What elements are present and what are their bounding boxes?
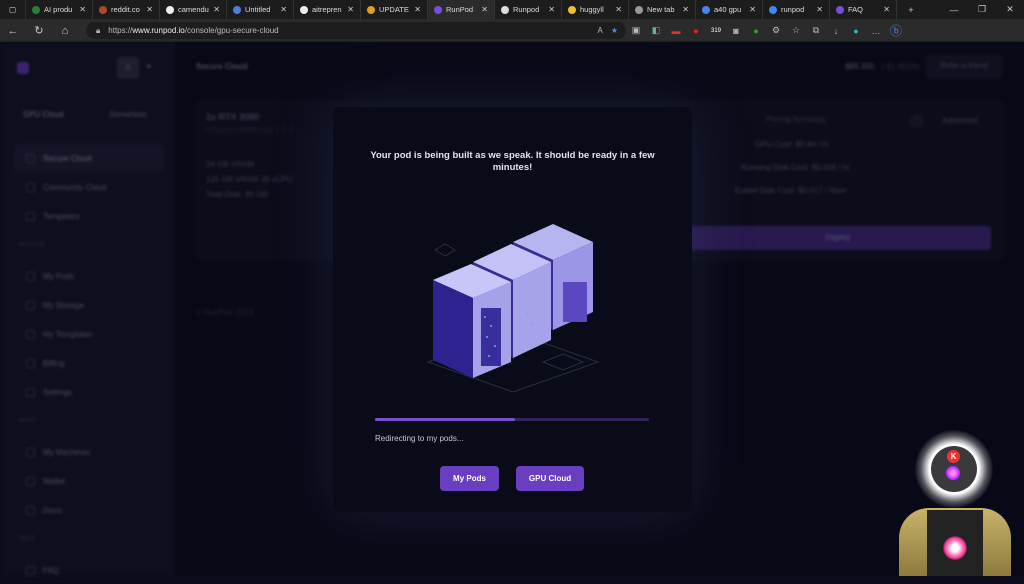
gpu-cloud-button[interactable]: GPU Cloud — [516, 466, 584, 491]
tab-favicon-icon — [233, 5, 241, 14]
tab-title: Runpod — [513, 5, 540, 14]
extensions-icon[interactable]: ⚙ — [766, 25, 786, 36]
tab-title: camendu — [178, 5, 209, 14]
modal-message: Your pod is being built as we speak. It … — [370, 150, 655, 173]
url-input[interactable]: 🔒︎ https://www.runpod.io/console/gpu-sec… — [86, 22, 626, 39]
browser-tab[interactable]: RunPod ✕ — [428, 0, 495, 19]
read-aloud-icon[interactable]: A — [597, 26, 602, 35]
browser-tab[interactable]: huggyll ✕ — [562, 0, 629, 19]
tab-favicon-icon — [702, 5, 710, 14]
url-prefix: https:// — [108, 26, 133, 35]
browser-tab[interactable]: AI produ ✕ — [26, 0, 93, 19]
back-icon[interactable]: ← — [0, 25, 26, 37]
close-tab-icon[interactable]: ✕ — [347, 5, 354, 14]
streamer-avatar-overlay: K — [895, 430, 1015, 576]
close-tab-icon[interactable]: ✕ — [79, 5, 86, 14]
new-tab-button[interactable]: + — [897, 5, 925, 15]
progress-fill — [375, 418, 515, 421]
browser-tab[interactable]: aitrepren ✕ — [294, 0, 361, 19]
tab-favicon-icon — [166, 5, 174, 14]
browser-tab[interactable]: Runpod ✕ — [495, 0, 562, 19]
progress-bar — [375, 418, 649, 421]
bing-icon[interactable]: ⓑ — [886, 22, 906, 39]
redirect-status: Redirecting to my pods... — [375, 434, 464, 443]
tab-title: UPDATE — [379, 5, 409, 14]
address-bar-row: ← ↻ ⌂ 🔒︎ https://www.runpod.io/console/g… — [0, 19, 1024, 42]
close-tab-icon[interactable]: ✕ — [548, 5, 555, 14]
browser-tab[interactable]: reddit.co ✕ — [93, 0, 160, 19]
workspaces-icon[interactable]: ▢ — [0, 0, 26, 19]
tab-favicon-icon — [99, 5, 107, 14]
tab-title: huggyll — [580, 5, 604, 14]
close-tab-icon[interactable]: ✕ — [816, 5, 823, 14]
favorite-star-icon[interactable]: ★ — [611, 26, 618, 35]
close-tab-icon[interactable]: ✕ — [213, 5, 220, 14]
tab-favicon-icon — [367, 5, 375, 14]
tab-favicon-icon — [300, 5, 308, 14]
minimize-button[interactable]: — — [940, 5, 968, 15]
close-tab-icon[interactable]: ✕ — [414, 5, 421, 14]
tab-title: Untitled — [245, 5, 271, 14]
more-icon[interactable]: … — [866, 26, 886, 36]
tab-title: a40 gpu — [714, 5, 742, 14]
profile-icon[interactable]: ● — [846, 26, 866, 36]
pod-building-modal: Your pod is being built as we speak. It … — [333, 107, 692, 512]
close-window-button[interactable]: ✕ — [996, 4, 1024, 15]
tab-title: New tab — [647, 5, 675, 14]
collections-icon[interactable]: ⧉ — [806, 25, 826, 36]
close-tab-icon[interactable]: ✕ — [883, 5, 890, 14]
refresh-icon[interactable]: ↻ — [26, 24, 52, 37]
browser-tab[interactable]: FAQ ✕ — [830, 0, 897, 19]
tab-favicon-icon — [501, 5, 509, 14]
close-tab-icon[interactable]: ✕ — [280, 5, 287, 14]
tab-title: FAQ — [848, 5, 864, 14]
server-illustration — [426, 224, 600, 392]
browser-tab[interactable]: runpod ✕ — [763, 0, 830, 19]
tab-favicon-icon — [769, 5, 777, 14]
home-icon[interactable]: ⌂ — [52, 25, 78, 37]
extension-icon[interactable]: ◧ — [646, 25, 666, 36]
restore-button[interactable]: ❐ — [968, 4, 996, 15]
close-tab-icon[interactable]: ✕ — [481, 5, 488, 14]
tab-title: reddit.co — [111, 5, 140, 14]
url-host: www.runpod.io — [132, 26, 185, 35]
evernote-icon[interactable]: ● — [746, 26, 766, 36]
tab-title: aitrepren — [312, 5, 342, 14]
close-tab-icon[interactable]: ✕ — [146, 5, 153, 14]
browser-tab[interactable]: a40 gpu ✕ — [696, 0, 763, 19]
browser-tab-bar: ▢ AI produ ✕ reddit.co ✕ camendu ✕ Untitled ✕ ai… — [0, 0, 1024, 19]
tab-title: RunPod — [446, 5, 474, 14]
tab-title: runpod — [781, 5, 805, 14]
extension-icon[interactable]: ▣ — [626, 25, 646, 36]
tab-favicon-icon — [836, 5, 844, 14]
tab-title: AI produ — [44, 5, 73, 14]
my-pods-button[interactable]: My Pods — [440, 466, 499, 491]
close-tab-icon[interactable]: ✕ — [682, 5, 689, 14]
extension-icon[interactable]: ● — [686, 26, 706, 36]
url-path: /console/gpu-secure-cloud — [184, 26, 279, 35]
close-tab-icon[interactable]: ✕ — [615, 5, 622, 14]
tab-favicon-icon — [434, 5, 442, 14]
avatar-badge: K — [947, 450, 960, 463]
tab-favicon-icon — [568, 5, 576, 14]
camera-icon[interactable]: ◙ — [726, 26, 746, 36]
browser-tab[interactable]: Untitled ✕ — [227, 0, 294, 19]
browser-tab[interactable]: New tab ✕ — [629, 0, 696, 19]
browser-tab[interactable]: camendu ✕ — [160, 0, 227, 19]
extension-icon[interactable]: ▬ — [666, 26, 686, 36]
extension-badge[interactable]: 319 — [706, 28, 726, 34]
tab-favicon-icon — [32, 5, 40, 14]
favorites-icon[interactable]: ☆ — [786, 25, 806, 36]
browser-tab[interactable]: UPDATE ✕ — [361, 0, 428, 19]
close-tab-icon[interactable]: ✕ — [749, 5, 756, 14]
tab-favicon-icon — [635, 5, 643, 14]
download-icon[interactable]: ↓ — [826, 26, 846, 36]
lock-icon: 🔒︎ — [96, 25, 101, 35]
